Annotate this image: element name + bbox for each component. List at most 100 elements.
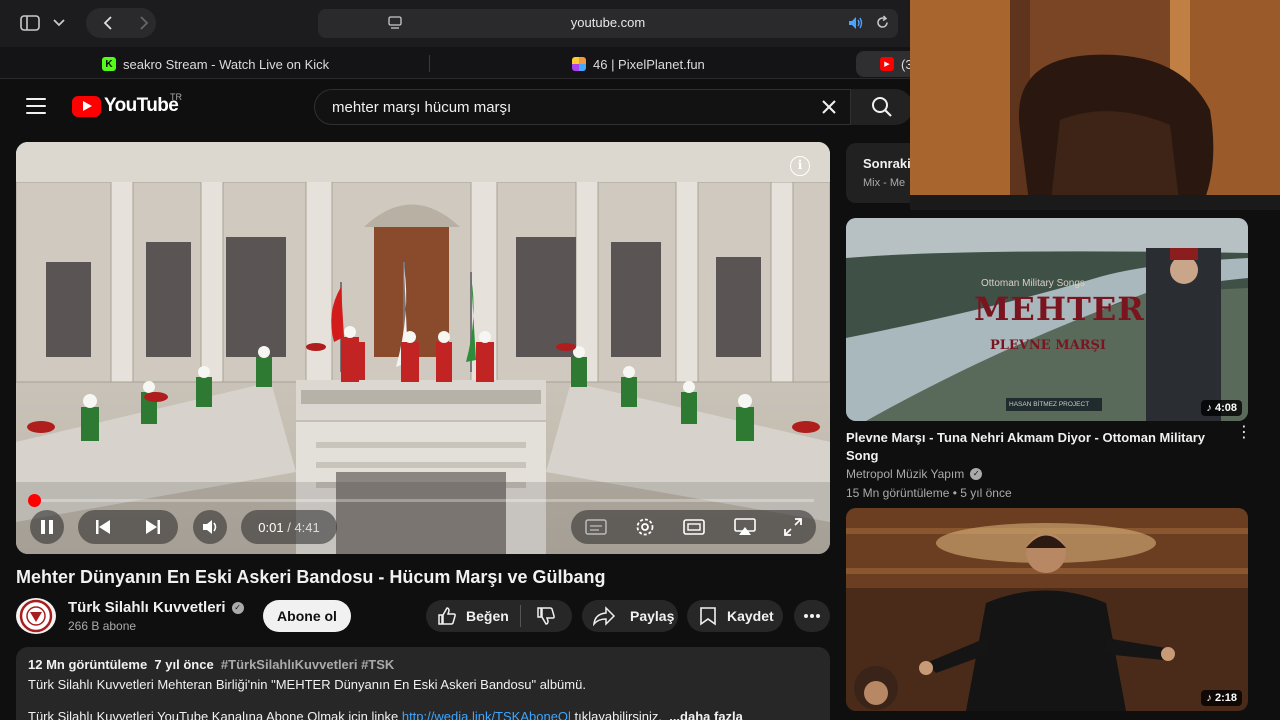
progress-bar[interactable] [28,494,814,507]
share-button[interactable]: Paylaş [582,600,678,632]
rec-views: 15 Mn görüntüleme [846,486,950,500]
pixelplanet-icon [572,57,586,71]
tsk-emblem-icon [19,599,53,633]
chevron-down-icon[interactable] [50,8,68,38]
recommendation-title[interactable]: Plevne Marşı - Tuna Nehri Akmam Diyor - … [846,429,1224,465]
recommendation-meta: 15 Mn görüntüleme • 5 yıl önce [846,486,1012,500]
more-horizontal-icon [804,614,820,618]
speaker-icon[interactable] [848,16,864,35]
right-controls [571,510,816,544]
up-next-subtitle: Mix - Me [863,177,906,189]
pause-icon [41,520,53,534]
description-suffix: tıklayabilirsiniz. [570,709,662,720]
browser-toolbar: Tp youtube.com [0,0,910,47]
previous-icon[interactable] [94,519,112,535]
like-button[interactable]: Beğen [426,606,520,626]
recommendation-thumbnail[interactable]: ♪ 2:18 [846,508,1248,711]
tab-title: seakro Stream - Watch Live on Kick [123,56,330,72]
channel-name[interactable]: Türk Silahlı Kuvvetleri ✓ [68,599,244,616]
clear-search-icon[interactable] [818,96,840,124]
tab-youtube[interactable]: ▶ (3 [856,51,916,77]
thumbnail-image [846,508,1248,711]
airplay-icon[interactable] [733,518,756,536]
kick-icon: K [102,57,116,71]
rec-age: 5 yıl önce [960,486,1012,500]
duration-text: 4:08 [1214,402,1237,414]
webcam-overlay [910,0,1280,210]
info-icon[interactable]: i [790,156,810,176]
tab-pixelplanet[interactable]: 46 | PixelPlanet.fun [572,51,705,77]
tab-divider [429,55,430,72]
search-query: mehter marşı hücum marşı [332,99,512,116]
video-duration: ♪ 2:18 [1201,690,1242,706]
youtube-icon: ▶ [880,57,894,71]
subtitles-icon[interactable] [585,519,607,535]
more-vertical-icon[interactable]: ⋮ [1236,425,1252,448]
tab-kick[interactable]: K seakro Stream - Watch Live on Kick [102,51,329,77]
video-frame [16,142,830,554]
show-more-link[interactable]: ...daha fazla [669,709,743,720]
video-duration: ♪ 4:08 [1201,400,1242,416]
channel-name-text: Türk Silahlı Kuvvetleri [68,599,226,616]
duration-text: 2:18 [1214,692,1237,704]
miniplayer-icon[interactable] [683,519,706,535]
reload-icon[interactable] [875,15,890,35]
youtube-logo-icon [72,95,101,117]
dislike-button[interactable] [521,606,571,626]
volume-button[interactable] [193,510,227,544]
channel-text: Metropol Müzik Yapım [846,467,965,481]
recommendation-channel[interactable]: Metropol Müzik Yapım ✓ [846,467,983,481]
channel-avatar[interactable] [16,598,56,634]
time-total: 4:41 [294,519,320,535]
pause-button[interactable] [30,510,64,544]
time-current: 0:01 [258,519,284,535]
time-separator: / [287,519,291,535]
thumbnail-caption-big: MEHTER [974,290,1145,328]
subscriber-count: 266 B abone [68,619,137,633]
subscribe-button[interactable]: Abone ol [263,600,351,632]
thumbs-down-icon [537,607,555,625]
back-button[interactable] [86,8,156,38]
save-button[interactable]: Kaydet [687,600,783,632]
prev-next-controls [78,510,178,544]
description-box[interactable]: 12 Mn görüntüleme 7 yıl önce #TürkSilahl… [16,647,830,720]
sidebar-toggle-icon[interactable] [18,8,42,38]
search-input[interactable]: mehter marşı hücum marşı [314,89,851,125]
logo-text: YouTube [104,95,179,116]
time-display: 0:01 / 4:41 [241,510,337,544]
fullscreen-icon[interactable] [783,518,802,536]
subscribe-link[interactable]: http://wedia.link/TSKAboneOl [402,709,571,720]
hashtags[interactable]: #TürkSilahlıKuvvetleri #TSK [221,657,394,672]
back-forward-icon [103,16,149,30]
like-dislike-group: Beğen [426,600,572,632]
next-icon[interactable] [144,519,162,535]
webcam-image [910,0,1280,210]
description-text: Türk Silahlı Kuvvetleri Mehteran Birliği… [28,677,586,692]
thumbnail-caption-small: Ottoman Military Songs [981,278,1085,289]
tab-title: 46 | PixelPlanet.fun [593,56,705,72]
country-code: TR [170,92,182,102]
description-prefix: Türk Silahlı Kuvvetleri YouTube Kanalına… [28,709,402,720]
verified-icon: ✓ [231,601,244,614]
menu-icon[interactable] [26,98,46,114]
settings-gear-icon[interactable] [635,517,655,537]
music-note-icon: ♪ [1206,692,1215,704]
save-label: Kaydet [727,608,774,624]
more-actions-button[interactable] [794,600,830,632]
share-icon [593,606,616,626]
thumbnail-caption-credit: HASAN BİTMEZ PROJECT [1009,401,1090,408]
youtube-logo[interactable]: YouTube [72,95,179,117]
description-stats: 12 Mn görüntüleme 7 yıl önce #TürkSilahl… [28,657,818,672]
thumbnail-caption-sub: PLEVNE MARŞI [990,338,1106,353]
video-player[interactable]: i 0:01 / 4:41 [16,142,830,554]
search-button[interactable] [851,89,913,125]
tab-bar: K seakro Stream - Watch Live on Kick 46 … [0,47,916,79]
search-icon [872,97,892,117]
recommendation-thumbnail[interactable]: Ottoman Military Songs MEHTER PLEVNE MAR… [846,218,1248,421]
view-count: 12 Mn görüntüleme [28,657,148,672]
address-bar[interactable]: youtube.com [318,9,898,38]
up-next-title: Sonraki [863,156,911,171]
youtube-header: YouTube TR mehter marşı hücum marşı [0,80,913,134]
description-subscribe-line: Türk Silahlı Kuvvetleri YouTube Kanalına… [28,709,818,720]
thumbs-up-icon [438,607,456,625]
